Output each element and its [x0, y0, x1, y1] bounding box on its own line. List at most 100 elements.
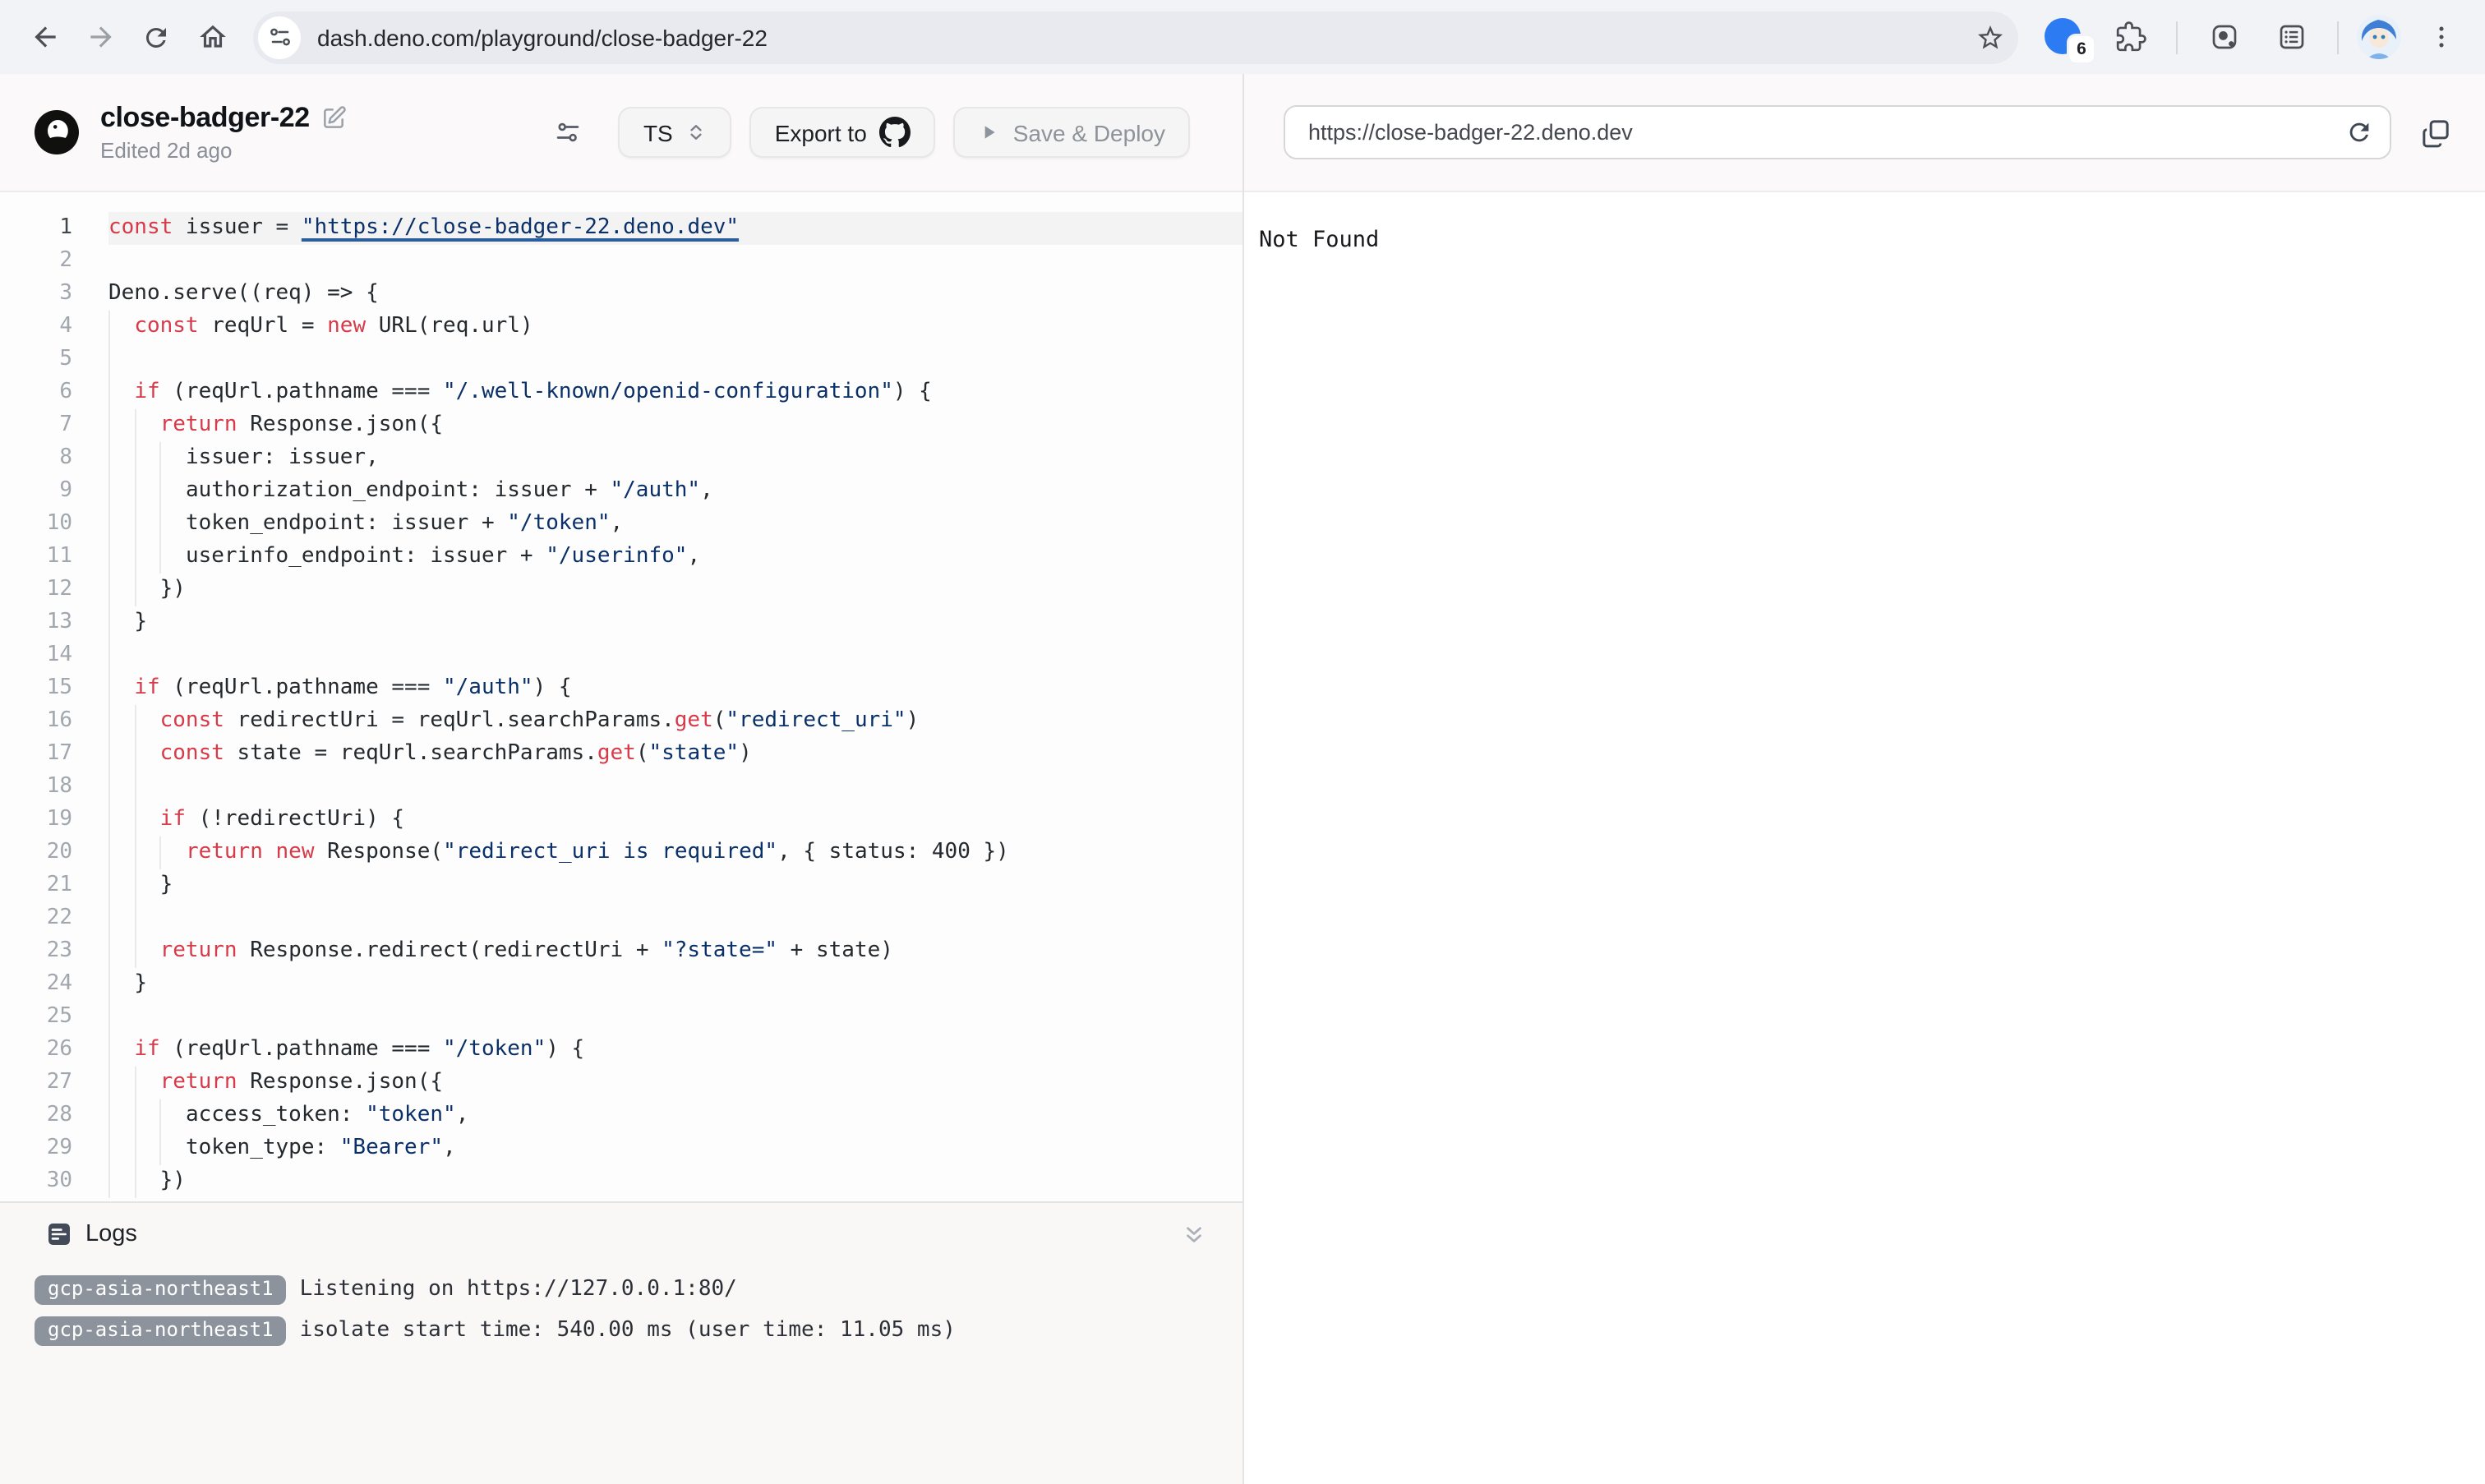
code-line[interactable]: 12}) [0, 574, 1242, 606]
language-selector[interactable]: TS [619, 107, 732, 158]
code-line-content [108, 771, 1242, 804]
code-token: (reqUrl.pathname === [160, 672, 443, 705]
site-settings-icon[interactable] [258, 16, 301, 58]
code-token: ( [713, 705, 726, 738]
code-line[interactable]: 9authorization_endpoint: issuer + "/auth… [0, 475, 1242, 508]
bookmark-star-icon[interactable] [1976, 22, 2005, 52]
code-line[interactable]: 23return Response.redirect(redirectUri +… [0, 935, 1242, 968]
indent-guide [108, 606, 134, 639]
log-entry: gcp-asia-northeast1isolate start time: 5… [35, 1310, 1242, 1351]
code-token: issuer = [173, 212, 302, 245]
indent-guide [160, 508, 186, 541]
code-line[interactable]: 17const state = reqUrl.searchParams.get(… [0, 738, 1242, 771]
code-token: Response.redirect(redirectUri + [237, 935, 662, 968]
reading-list-icon[interactable] [2263, 9, 2319, 65]
code-line[interactable]: 7return Response.json({ [0, 409, 1242, 442]
code-line[interactable]: 4const reqUrl = new URL(req.url) [0, 311, 1242, 343]
code-token: token_type: [186, 1132, 340, 1165]
code-token: if [160, 804, 186, 836]
preview-url-bar [1284, 105, 2391, 159]
code-token: ) [739, 738, 752, 771]
back-button[interactable] [16, 9, 72, 65]
log-entries: gcp-asia-northeast1Listening on https://… [0, 1269, 1242, 1351]
code-line[interactable]: 29token_type: "Bearer", [0, 1132, 1242, 1165]
line-number: 12 [0, 574, 72, 606]
code-line[interactable]: 6if (reqUrl.pathname === "/.well-known/o… [0, 376, 1242, 409]
code-line[interactable]: 26if (reqUrl.pathname === "/token") { [0, 1034, 1242, 1067]
indent-guide [108, 508, 134, 541]
code-line[interactable]: 21} [0, 869, 1242, 902]
code-line[interactable]: 10token_endpoint: issuer + "/token", [0, 508, 1242, 541]
code-line-content: const state = reqUrl.searchParams.get("s… [108, 738, 1242, 771]
code-token: ( [636, 738, 649, 771]
home-button[interactable] [184, 9, 240, 65]
lens-icon[interactable] [2196, 9, 2252, 65]
save-deploy-button[interactable]: Save & Deploy [954, 107, 1190, 158]
line-number: 22 [0, 902, 72, 935]
export-to-github-button[interactable]: Export to [750, 107, 936, 158]
code-line[interactable]: 3Deno.serve((req) => { [0, 278, 1242, 311]
code-token: } [160, 869, 173, 902]
preview-reload-icon[interactable] [2345, 118, 2373, 146]
pinned-extension-icon[interactable]: 6 [2041, 11, 2091, 63]
code-token: const [160, 705, 224, 738]
code-line[interactable]: 2 [0, 245, 1242, 278]
code-line-content: issuer: issuer, [108, 442, 1242, 475]
code-token: , { status: 400 }) [777, 836, 1009, 869]
playground-settings-icon[interactable] [545, 109, 591, 155]
code-line[interactable]: 18 [0, 771, 1242, 804]
code-line[interactable]: 13} [0, 606, 1242, 639]
code-line[interactable]: 27return Response.json({ [0, 1067, 1242, 1099]
code-editor[interactable]: 1const issuer = "https://close-badger-22… [0, 192, 1242, 1201]
code-token: redirectUri = reqUrl.searchParams. [224, 705, 675, 738]
code-line[interactable]: 20return new Response("redirect_uri is r… [0, 836, 1242, 869]
rename-project-icon[interactable] [321, 105, 348, 131]
code-token: userinfo_endpoint: issuer + [186, 541, 546, 574]
code-line[interactable]: 16const redirectUri = reqUrl.searchParam… [0, 705, 1242, 738]
indent-guide [134, 836, 159, 869]
address-bar[interactable]: dash.deno.com/playground/close-badger-22 [253, 11, 2018, 63]
indent-guide [108, 639, 134, 672]
code-line[interactable]: 30}) [0, 1165, 1242, 1198]
indent-guide [134, 442, 159, 475]
line-number: 28 [0, 1099, 72, 1132]
indent-guide [108, 804, 134, 836]
forward-button[interactable] [72, 9, 128, 65]
code-line[interactable]: 24} [0, 968, 1242, 1001]
code-token: issuer: issuer, [186, 442, 379, 475]
line-number: 19 [0, 804, 72, 836]
code-line-content: return Response.json({ [108, 409, 1242, 442]
code-line-content: } [108, 869, 1242, 902]
code-line[interactable]: 19if (!redirectUri) { [0, 804, 1242, 836]
code-line[interactable]: 14 [0, 639, 1242, 672]
open-preview-window-icon[interactable] [2419, 116, 2452, 149]
indent-guide [134, 1099, 159, 1132]
code-token: "/auth" [611, 475, 701, 508]
indent-guide [134, 409, 159, 442]
toolbar-separator [2337, 21, 2339, 53]
logs-header: Logs [0, 1203, 1242, 1247]
code-line[interactable]: 25 [0, 1001, 1242, 1034]
code-token: if [134, 672, 159, 705]
code-line[interactable]: 11userinfo_endpoint: issuer + "/userinfo… [0, 541, 1242, 574]
preview-url-input[interactable] [1305, 118, 2332, 146]
code-line[interactable]: 15if (reqUrl.pathname === "/auth") { [0, 672, 1242, 705]
code-line[interactable]: 28access_token: "token", [0, 1099, 1242, 1132]
code-token: if [134, 1034, 159, 1067]
extensions-puzzle-icon[interactable] [2102, 9, 2158, 65]
github-icon [880, 117, 911, 148]
code-line[interactable]: 8issuer: issuer, [0, 442, 1242, 475]
indent-guide [108, 771, 134, 804]
code-token: "redirect_uri" [726, 705, 906, 738]
code-token: , [687, 541, 700, 574]
code-line[interactable]: 5 [0, 343, 1242, 376]
code-token: (reqUrl.pathname === [160, 1034, 443, 1067]
profile-avatar[interactable] [2357, 15, 2401, 59]
code-line[interactable]: 1const issuer = "https://close-badger-22… [0, 212, 1242, 245]
indent-guide [134, 902, 159, 935]
browser-menu-icon[interactable] [2413, 9, 2469, 65]
indent-guide [108, 738, 134, 771]
reload-button[interactable] [128, 9, 184, 65]
collapse-logs-icon[interactable] [1182, 1222, 1206, 1247]
code-line[interactable]: 22 [0, 902, 1242, 935]
